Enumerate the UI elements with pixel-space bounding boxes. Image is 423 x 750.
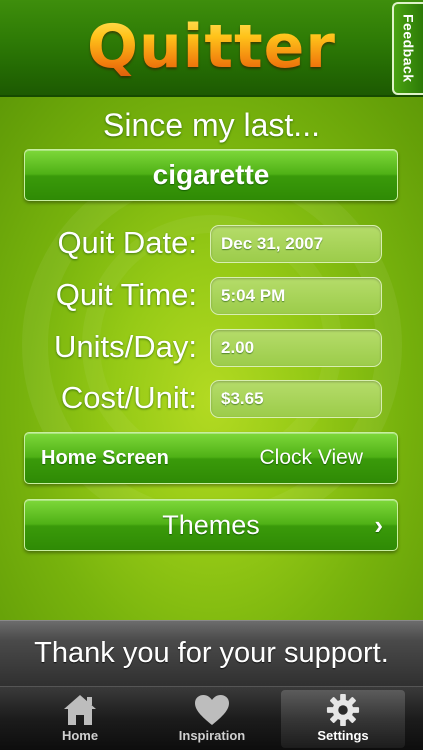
quit-time-row: Quit Time: 5:04 PM xyxy=(0,275,423,315)
tab-inspiration[interactable]: Inspiration xyxy=(150,690,274,748)
tab-inspiration-label: Inspiration xyxy=(178,728,246,743)
heart-icon xyxy=(195,695,229,725)
units-per-day-label: Units/Day: xyxy=(54,329,197,364)
quitter-logo: Quitter xyxy=(0,12,423,82)
tab-bar: Home Inspiration Settings xyxy=(0,686,423,750)
themes-button[interactable]: Themes › xyxy=(24,499,398,551)
quit-date-field[interactable]: Dec 31, 2007 xyxy=(210,225,382,263)
home-icon xyxy=(64,695,96,725)
support-banner: Thank you for your support. xyxy=(0,620,423,686)
quit-time-field[interactable]: 5:04 PM xyxy=(210,277,382,315)
themes-label: Themes xyxy=(162,509,260,540)
quitter-app: Quitter Feedback Since my last... cigare… xyxy=(0,0,423,750)
quit-time-label: Quit Time: xyxy=(55,277,197,312)
tab-settings-label: Settings xyxy=(317,728,369,743)
cost-per-unit-label: Cost/Unit: xyxy=(60,380,197,415)
feedback-tab-button[interactable]: Feedback xyxy=(392,2,423,95)
units-per-day-field[interactable]: 2.00 xyxy=(210,329,382,367)
quit-date-row: Quit Date: Dec 31, 2007 xyxy=(0,223,423,263)
tab-home-label: Home xyxy=(61,728,99,743)
quit-date-label: Quit Date: xyxy=(57,225,197,260)
units-per-day-row: Units/Day: 2.00 xyxy=(0,327,423,367)
tab-home[interactable]: Home xyxy=(18,690,142,748)
app-header: Quitter Feedback xyxy=(0,0,423,97)
feedback-label: Feedback xyxy=(400,14,417,83)
support-text: Thank you for your support. xyxy=(34,637,389,669)
tab-settings[interactable]: Settings xyxy=(281,690,405,748)
habit-label: cigarette xyxy=(152,159,270,190)
habit-select-button[interactable]: cigarette xyxy=(24,149,398,201)
gear-icon xyxy=(326,693,360,727)
home-screen-value: Clock View xyxy=(259,446,363,469)
home-screen-button[interactable]: Home Screen Clock View xyxy=(24,432,398,484)
settings-panel: Since my last... cigarette Quit Date: De… xyxy=(0,97,423,620)
since-heading: Since my last... xyxy=(103,107,320,143)
chevron-right-icon: › xyxy=(374,510,383,540)
cost-per-unit-field[interactable]: $3.65 xyxy=(210,380,382,418)
home-screen-label: Home Screen xyxy=(41,447,169,469)
logo-text: Quitter xyxy=(87,12,336,82)
cost-per-unit-row: Cost/Unit: $3.65 xyxy=(0,378,423,418)
